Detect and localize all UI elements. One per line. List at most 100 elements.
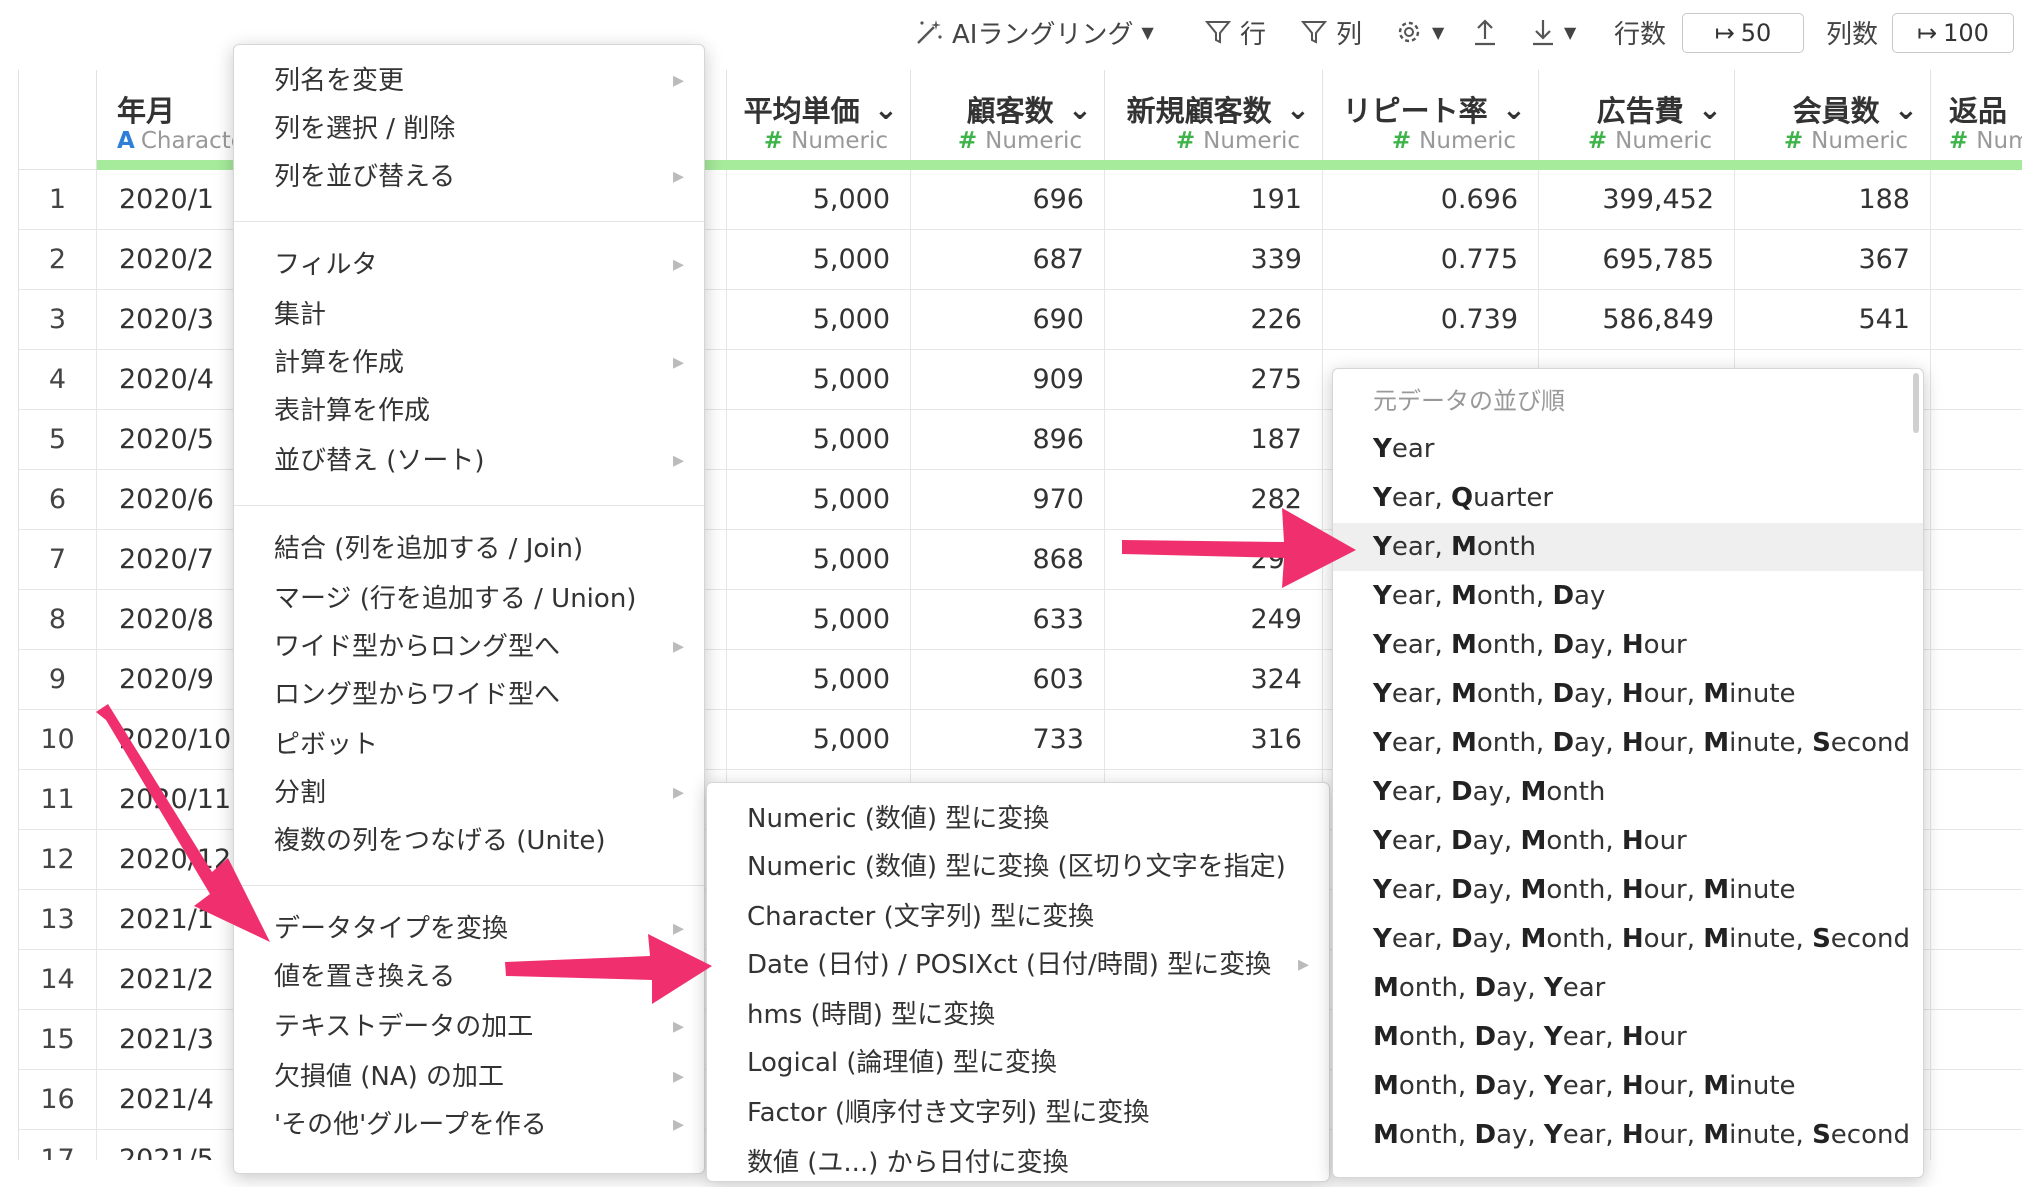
table-cell[interactable]: 339	[1105, 230, 1323, 290]
table-cell[interactable]: 316	[1105, 710, 1323, 770]
table-cell[interactable]: 5,000	[727, 710, 911, 770]
date-format-option[interactable]: Month, Day, Year, Hour, Minute, Second	[1333, 1111, 1923, 1159]
menu-item-select-columns[interactable]: 列を選択 / 削除	[234, 105, 704, 153]
table-cell[interactable]	[1931, 1070, 2022, 1130]
column-header-members[interactable]: 会員数 ⌄ # Numeric	[1735, 70, 1931, 170]
table-cell[interactable]	[1931, 230, 2022, 290]
column-header-customers[interactable]: 顧客数 ⌄ # Numeric	[911, 70, 1105, 170]
date-format-option[interactable]: Year, Quarter	[1333, 474, 1923, 522]
menu-item-union[interactable]: マージ (行を追加する / Union)	[234, 575, 704, 623]
table-cell[interactable]: 970	[911, 470, 1105, 530]
date-format-option[interactable]: Year, Month	[1333, 523, 1923, 571]
chevron-down-icon[interactable]: ⌄	[1286, 92, 1310, 126]
table-cell[interactable]: 5,000	[727, 530, 911, 590]
menu-item-missing-values[interactable]: 欠損値 (NA) の加工 ▸	[234, 1053, 704, 1101]
column-filter-button[interactable]: 列	[1300, 10, 1362, 54]
date-format-option[interactable]: Month, Day, Year, Hour, Minute	[1333, 1062, 1923, 1110]
date-format-option[interactable]: Year, Month, Day, Hour, Minute	[1333, 670, 1923, 718]
table-cell[interactable]: 275	[1105, 350, 1323, 410]
date-format-option[interactable]: Year, Day, Month, Hour, Minute, Second	[1333, 915, 1923, 963]
chevron-down-icon[interactable]: ⌄	[874, 92, 898, 126]
table-cell[interactable]: 909	[911, 350, 1105, 410]
menu-item-create-calculation[interactable]: 計算を作成 ▸	[234, 339, 704, 387]
menu-item-pivot[interactable]: ピボット	[234, 721, 704, 769]
menu-item-summarize[interactable]: 集計	[234, 291, 704, 339]
table-cell[interactable]: 868	[911, 530, 1105, 590]
date-format-option[interactable]: Year, Month, Day	[1333, 572, 1923, 620]
table-cell[interactable]	[1931, 170, 2022, 230]
date-format-option[interactable]: Year	[1333, 425, 1923, 473]
menu-item-to-numeric[interactable]: Numeric (数値) 型に変換	[707, 795, 1329, 843]
table-cell[interactable]: 690	[911, 290, 1105, 350]
table-cell[interactable]: 5,000	[727, 230, 911, 290]
menu-item-join[interactable]: 結合 (列を追加する / Join)	[234, 525, 704, 573]
rows-count-input[interactable]: ↦ 50	[1682, 13, 1804, 53]
menu-item-sort[interactable]: 並び替え (ソート) ▸	[234, 437, 704, 485]
table-cell[interactable]	[1931, 650, 2022, 710]
table-cell[interactable]: 541	[1735, 290, 1931, 350]
ai-wrangling-button[interactable]: AIラングリング ▼	[914, 10, 1154, 54]
download-button[interactable]: ▼	[1530, 10, 1576, 54]
columns-count-input[interactable]: ↦ 100	[1892, 13, 2014, 53]
menu-item-reorder-columns[interactable]: 列を並び替える ▸	[234, 153, 704, 201]
menu-item-convert-data-type[interactable]: データタイプを変換 ▸	[234, 905, 704, 953]
menu-item-other-group[interactable]: 'その他'グループを作る ▸	[234, 1101, 704, 1149]
menu-item-to-numeric-delimiter[interactable]: Numeric (数値) 型に変換 (区切り文字を指定)	[707, 843, 1329, 891]
table-cell[interactable]: 5,000	[727, 590, 911, 650]
date-format-option[interactable]: Year, Month, Day, Hour, Minute, Second	[1333, 719, 1923, 767]
table-cell[interactable]: 5,000	[727, 350, 911, 410]
column-header-avg-price[interactable]: 平均単価 ⌄ # Numeric	[727, 70, 911, 170]
table-cell[interactable]: 191	[1105, 170, 1323, 230]
menu-item-long-to-wide[interactable]: ロング型からワイド型へ	[234, 671, 704, 719]
table-cell[interactable]: 5,000	[727, 470, 911, 530]
column-header-returns[interactable]: 返品 # Numeric	[1931, 70, 2022, 170]
table-cell[interactable]	[1931, 1010, 2022, 1070]
menu-item-replace-values[interactable]: 値を置き換える	[234, 953, 704, 1001]
column-header-new-customers[interactable]: 新規顧客数 ⌄ # Numeric	[1105, 70, 1323, 170]
table-cell[interactable]	[1931, 410, 2022, 470]
table-cell[interactable]: 0.739	[1323, 290, 1539, 350]
menu-item-to-logical[interactable]: Logical (論理値) 型に変換	[707, 1039, 1329, 1087]
menu-item-filter[interactable]: フィルタ ▸	[234, 241, 704, 289]
menu-item-text-processing[interactable]: テキストデータの加工 ▸	[234, 1003, 704, 1051]
table-cell[interactable]: 5,000	[727, 170, 911, 230]
table-cell[interactable]: 249	[1105, 590, 1323, 650]
menu-item-unite[interactable]: 複数の列をつなげる (Unite)	[234, 817, 704, 865]
chevron-down-icon[interactable]: ⌄	[1698, 92, 1722, 126]
table-cell[interactable]: 188	[1735, 170, 1931, 230]
date-format-option[interactable]: Year, Day, Month, Hour, Minute	[1333, 866, 1923, 914]
table-cell[interactable]: 0.775	[1323, 230, 1539, 290]
menu-item-rename-column[interactable]: 列名を変更 ▸	[234, 57, 704, 105]
menu-item-to-hms[interactable]: hms (時間) 型に変換	[707, 991, 1329, 1039]
menu-item-split[interactable]: 分割 ▸	[234, 769, 704, 817]
table-cell[interactable]: 226	[1105, 290, 1323, 350]
menu-item-create-table-calculation[interactable]: 表計算を作成	[234, 387, 704, 435]
date-format-option[interactable]: Year, Day, Month	[1333, 768, 1923, 816]
menu-item-to-character[interactable]: Character (文字列) 型に変換	[707, 893, 1329, 941]
row-filter-button[interactable]: 行	[1204, 10, 1266, 54]
menu-item-to-date[interactable]: Date (日付) / POSIXct (日付/時間) 型に変換 ▸	[707, 941, 1329, 989]
date-format-option[interactable]: Month, Day, Year	[1333, 964, 1923, 1012]
date-format-option[interactable]: Year, Month, Day, Hour	[1333, 621, 1923, 669]
table-cell[interactable]: 696	[911, 170, 1105, 230]
column-header-ad-cost[interactable]: 広告費 ⌄ # Numeric	[1539, 70, 1735, 170]
table-cell[interactable]: 324	[1105, 650, 1323, 710]
table-cell[interactable]: 603	[911, 650, 1105, 710]
table-cell[interactable]	[1931, 530, 2022, 590]
table-cell[interactable]: 633	[911, 590, 1105, 650]
menu-item-number-to-date[interactable]: 数値 (ユ...) から日付に変換	[707, 1139, 1329, 1187]
chevron-down-icon[interactable]: ⌄	[1068, 92, 1092, 126]
table-cell[interactable]: 187	[1105, 410, 1323, 470]
table-cell[interactable]: 733	[911, 710, 1105, 770]
table-cell[interactable]	[1931, 830, 2022, 890]
table-cell[interactable]: 297	[1105, 530, 1323, 590]
table-cell[interactable]	[1931, 890, 2022, 950]
scrollbar[interactable]	[1913, 373, 1919, 433]
table-cell[interactable]	[1931, 290, 2022, 350]
column-header-repeat-rate[interactable]: リピート率 ⌄ # Numeric	[1323, 70, 1539, 170]
table-cell[interactable]	[1931, 710, 2022, 770]
chevron-down-icon[interactable]: ⌄	[1502, 92, 1526, 126]
table-cell[interactable]	[1931, 470, 2022, 530]
table-cell[interactable]	[1931, 590, 2022, 650]
date-format-option[interactable]: Year, Day, Month, Hour	[1333, 817, 1923, 865]
